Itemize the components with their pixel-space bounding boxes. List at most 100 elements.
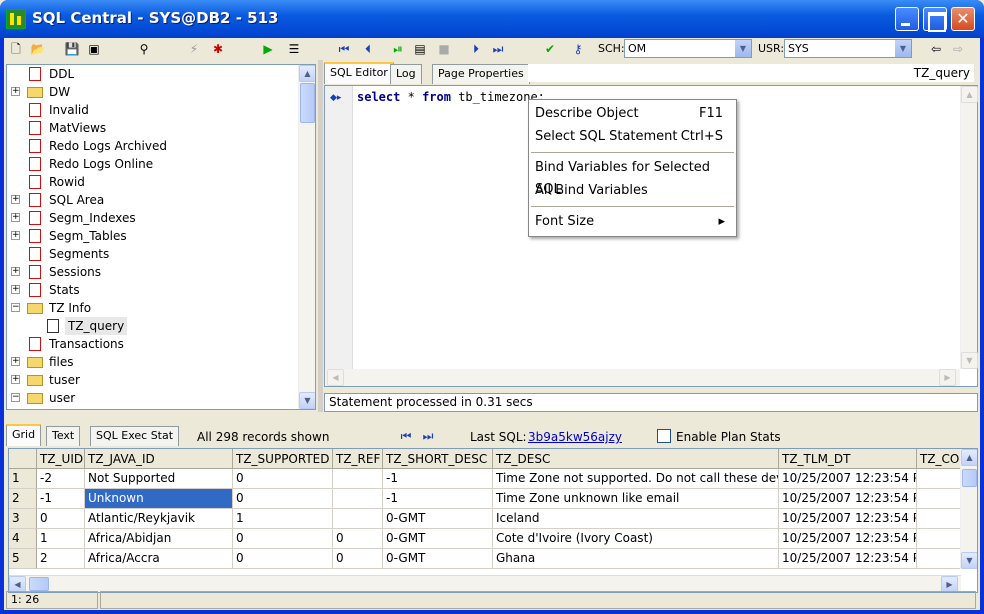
row-number[interactable]: 2: [9, 489, 37, 509]
grid-cell[interactable]: Iceland: [493, 509, 779, 529]
editor-vscrollbar[interactable]: ▲ ▼: [960, 86, 978, 369]
grid-cell[interactable]: Cote d'Ivoire (Ivory Coast): [493, 529, 779, 549]
column-header[interactable]: TZ_DESC: [493, 449, 779, 469]
grid-cell[interactable]: 0: [233, 529, 333, 549]
column-header[interactable]: TZ_CO: [917, 449, 961, 469]
grid-cell[interactable]: 0: [233, 469, 333, 489]
tab-page-properties[interactable]: Page Properties: [432, 64, 530, 84]
menu-item-describe-object[interactable]: Describe Object F11: [535, 103, 731, 125]
row-number[interactable]: 1: [9, 469, 37, 489]
column-header[interactable]: TZ_REF: [333, 449, 383, 469]
scroll-down-icon[interactable]: ▼: [961, 352, 978, 369]
grid-cell[interactable]: 10/25/2007 12:23:54 PM: [779, 549, 917, 569]
grid-cell[interactable]: -1: [383, 469, 493, 489]
grid-cell[interactable]: [333, 469, 383, 489]
user-select[interactable]: SYS ▼: [784, 39, 912, 58]
selected-grid-cell[interactable]: Unknown: [85, 489, 233, 509]
row-number[interactable]: 3: [9, 509, 37, 529]
grid-cell[interactable]: [333, 509, 383, 529]
scroll-up-icon[interactable]: ▲: [299, 65, 315, 82]
grid-cell[interactable]: 0-GMT: [383, 529, 493, 549]
tree-scrollbar[interactable]: ▲ ▼: [298, 65, 315, 409]
grid-cell[interactable]: 0: [37, 509, 85, 529]
stop-icon[interactable]: ■: [436, 41, 452, 57]
tab-grid[interactable]: Grid: [6, 424, 42, 446]
grid-cell[interactable]: Africa/Abidjan: [85, 529, 233, 549]
grid-cell[interactable]: 10/25/2007 12:23:54 PM: [779, 489, 917, 509]
expand-icon[interactable]: +: [11, 375, 20, 384]
new-file-icon[interactable]: 🗋: [8, 41, 24, 57]
grid-cell[interactable]: -1: [383, 489, 493, 509]
minimize-button[interactable]: [895, 7, 919, 31]
open-folder-icon[interactable]: 📂: [30, 41, 46, 57]
run-icon[interactable]: ▶: [260, 41, 276, 57]
connect-icon[interactable]: ⚡: [186, 41, 202, 57]
scroll-left-icon[interactable]: ◀: [327, 369, 344, 386]
first-page-icon[interactable]: ⏮: [398, 428, 414, 444]
grid-cell[interactable]: 1: [37, 529, 85, 549]
next-record-icon[interactable]: ⏵: [468, 41, 484, 57]
scroll-down-icon[interactable]: ▼: [961, 552, 977, 569]
collapse-icon[interactable]: −: [11, 393, 20, 402]
expand-icon[interactable]: +: [11, 357, 20, 366]
grid-cell[interactable]: [333, 489, 383, 509]
scroll-right-icon[interactable]: ▶: [939, 369, 956, 386]
expand-icon[interactable]: +: [11, 195, 20, 204]
grid-cell[interactable]: -2: [37, 469, 85, 489]
grid-cell[interactable]: 10/25/2007 12:23:54 PM: [779, 469, 917, 489]
column-header[interactable]: TZ_SUPPORTED: [233, 449, 333, 469]
editor-hscrollbar[interactable]: ◀ ▶: [325, 369, 960, 386]
row-number[interactable]: 4: [9, 529, 37, 549]
column-header[interactable]: TZ_TLM_DT: [779, 449, 917, 469]
expand-icon[interactable]: +: [11, 213, 20, 222]
grid-cell[interactable]: 1: [233, 509, 333, 529]
last-sql-link[interactable]: 3b9a5kw56ajzy: [528, 430, 622, 444]
grid-cell[interactable]: Not Supported: [85, 469, 233, 489]
menu-item-bind-selected[interactable]: Bind Variables for Selected SQL: [535, 157, 731, 197]
last-record-icon[interactable]: ⏭: [490, 41, 506, 57]
grid-cell[interactable]: 0: [333, 529, 383, 549]
disconnect-icon[interactable]: ✱: [210, 41, 226, 57]
menu-item-font-size[interactable]: Font Size ▸: [535, 211, 731, 233]
forward-arrow-icon[interactable]: ⇨: [950, 41, 966, 57]
scroll-thumb[interactable]: [300, 83, 315, 123]
grid-cell[interactable]: 0-GMT: [383, 509, 493, 529]
plan-stats-checkbox[interactable]: [657, 429, 671, 443]
save-all-icon[interactable]: ▣: [86, 41, 102, 57]
grid-cell[interactable]: [917, 489, 961, 509]
grid-cell[interactable]: 0: [333, 549, 383, 569]
grid-cell[interactable]: -1: [37, 489, 85, 509]
column-header[interactable]: TZ_JAVA_ID: [85, 449, 233, 469]
grid-cell[interactable]: Africa/Accra: [85, 549, 233, 569]
scroll-down-icon[interactable]: ▼: [299, 392, 315, 409]
first-record-icon[interactable]: ⏮: [336, 41, 352, 57]
explain-plan-icon[interactable]: ☰: [286, 41, 302, 57]
grid-cell[interactable]: Ghana: [493, 549, 779, 569]
user-icon[interactable]: ⚷: [570, 41, 586, 57]
expand-icon[interactable]: +: [11, 267, 20, 276]
grid-cell[interactable]: 0-GMT: [383, 549, 493, 569]
menu-item-select-sql[interactable]: Select SQL Statement Ctrl+S: [535, 126, 731, 148]
maximize-button[interactable]: [923, 7, 947, 32]
column-header[interactable]: TZ_SHORT_DESC: [383, 449, 493, 469]
scroll-up-icon[interactable]: ▲: [961, 449, 977, 466]
script-icon[interactable]: ▤: [412, 41, 428, 57]
save-icon[interactable]: 💾: [64, 41, 80, 57]
expand-icon[interactable]: +: [11, 87, 20, 96]
grid-cell[interactable]: 0: [233, 549, 333, 569]
binoculars-icon[interactable]: ⚲: [136, 41, 152, 57]
expand-icon[interactable]: +: [11, 285, 20, 294]
run-step-icon[interactable]: ⏯: [390, 41, 406, 57]
expand-icon[interactable]: +: [11, 231, 20, 240]
commit-icon[interactable]: ✔: [542, 41, 558, 57]
tab-log[interactable]: Log: [390, 64, 422, 84]
close-button[interactable]: ✕: [951, 7, 975, 31]
grid-cell[interactable]: [917, 529, 961, 549]
collapse-icon[interactable]: −: [11, 303, 20, 312]
grid-cell[interactable]: 10/25/2007 12:23:54 PM: [779, 509, 917, 529]
vertical-splitter[interactable]: [318, 60, 323, 412]
grid-cell[interactable]: Time Zone not supported. Do not call the…: [493, 469, 779, 489]
grid-cell[interactable]: Atlantic/Reykjavik: [85, 509, 233, 529]
row-number[interactable]: 5: [9, 549, 37, 569]
title-bar[interactable]: SQL Central - SYS@DB2 - 513 ✕: [0, 0, 984, 38]
